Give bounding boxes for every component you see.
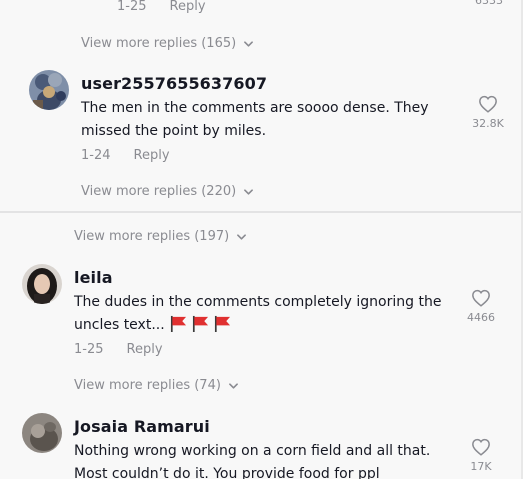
comment-date: 1-24 bbox=[81, 148, 111, 163]
comment-text-line: uncles text... bbox=[74, 314, 454, 337]
red-flag-icon bbox=[192, 315, 208, 332]
chevron-down-icon bbox=[244, 188, 254, 195]
avatar[interactable] bbox=[29, 70, 69, 110]
red-flag-icon bbox=[170, 315, 186, 332]
like-count: 32.8K bbox=[472, 117, 504, 130]
comment-text-line: missed the point by miles. bbox=[81, 122, 267, 139]
comment-username[interactable]: user2557655637607 bbox=[81, 74, 267, 93]
comment-username[interactable]: Josaia Ramarui bbox=[74, 417, 210, 436]
reply-button[interactable]: Reply bbox=[134, 148, 170, 163]
top-comment-like-count: 6333 bbox=[475, 0, 503, 7]
heart-outline-icon[interactable] bbox=[471, 438, 491, 456]
view-more-replies-button[interactable]: View more replies (197) bbox=[74, 229, 247, 244]
view-more-replies-label: View more replies (220) bbox=[81, 184, 237, 199]
avatar-image bbox=[22, 264, 62, 304]
avatar-image bbox=[22, 413, 62, 453]
like-control: 4466 bbox=[461, 289, 501, 324]
reply-button[interactable]: Reply bbox=[127, 342, 163, 357]
view-more-replies-label: View more replies (74) bbox=[74, 378, 221, 393]
comment-text: The dudes in the comments completely ign… bbox=[74, 291, 454, 336]
view-more-replies-label: View more replies (165) bbox=[81, 36, 237, 51]
comment-username[interactable]: leila bbox=[74, 268, 113, 287]
chevron-down-icon bbox=[244, 40, 254, 47]
top-comment-meta: 1-25 Reply bbox=[117, 0, 206, 14]
like-control: 32.8K bbox=[468, 95, 508, 130]
view-more-replies-button[interactable]: View more replies (165) bbox=[81, 36, 254, 51]
heart-outline-icon[interactable] bbox=[478, 95, 498, 113]
comment-text-line: The dudes in the comments completely ign… bbox=[74, 294, 442, 310]
comment-text-fragment: uncles text... bbox=[74, 316, 165, 333]
comment-text: The men in the comments are soooo dense.… bbox=[81, 97, 451, 142]
avatar[interactable] bbox=[22, 264, 62, 304]
comment-date: 1-25 bbox=[74, 342, 104, 357]
view-more-replies-label: View more replies (197) bbox=[74, 229, 230, 244]
comment-date: 1-25 bbox=[117, 0, 147, 14]
view-more-replies-button[interactable]: View more replies (220) bbox=[81, 184, 254, 199]
comment-text-line: Most couldn’t do it. You provide food fo… bbox=[74, 465, 380, 479]
like-count: 17K bbox=[470, 460, 492, 473]
comment-meta: 1-24 Reply bbox=[81, 148, 170, 163]
chevron-down-icon bbox=[229, 382, 238, 389]
section-divider bbox=[0, 211, 523, 213]
red-flag-icon bbox=[214, 315, 230, 332]
comment-text-line: Nothing wrong working on a corn field an… bbox=[74, 443, 431, 459]
comment-text-line: The men in the comments are soooo dense.… bbox=[81, 100, 429, 116]
avatar-image bbox=[29, 70, 69, 110]
like-control: 17K bbox=[461, 438, 501, 473]
like-count: 4466 bbox=[467, 311, 495, 324]
emoji-flags bbox=[169, 315, 232, 332]
heart-outline-icon[interactable] bbox=[471, 289, 491, 307]
reply-button[interactable]: Reply bbox=[170, 0, 206, 14]
comment-meta: 1-25 Reply bbox=[74, 342, 163, 357]
view-more-replies-button[interactable]: View more replies (74) bbox=[74, 378, 238, 393]
comment-text: Nothing wrong working on a corn field an… bbox=[74, 440, 464, 479]
avatar[interactable] bbox=[22, 413, 62, 453]
chevron-down-icon bbox=[237, 233, 247, 240]
